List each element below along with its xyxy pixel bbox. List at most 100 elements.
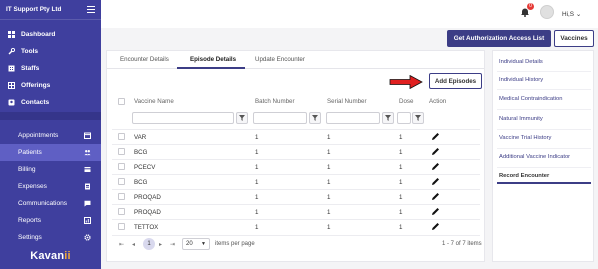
page-size-select[interactable]: 20 ▼ xyxy=(182,238,210,250)
menu-item-individual-history[interactable]: Individual History xyxy=(499,77,543,83)
top-bar: 0 Hi,S ⌄ xyxy=(101,0,598,28)
serial-number-filter-button[interactable] xyxy=(382,112,394,124)
first-page-icon[interactable]: ⇤ xyxy=(119,241,124,248)
card-icon xyxy=(84,166,91,173)
menu-item-record-encounter[interactable]: Record Encounter xyxy=(499,173,549,179)
row-checkbox[interactable] xyxy=(118,193,125,200)
next-page-icon[interactable]: ▸ xyxy=(159,241,162,248)
column-header-dose[interactable]: Dose xyxy=(399,98,413,105)
edit-pencil-icon[interactable] xyxy=(431,177,440,186)
vaccine-name-cell: TETTOX xyxy=(134,224,159,231)
last-page-icon[interactable]: ⇥ xyxy=(170,241,175,248)
vaccines-button[interactable]: Vaccines xyxy=(554,30,594,47)
edit-pencil-icon[interactable] xyxy=(431,162,440,171)
edit-pencil-icon[interactable] xyxy=(431,132,440,141)
sidebar-item-billing[interactable]: Billing xyxy=(0,161,101,178)
column-header-serial-number[interactable]: Serial Number xyxy=(327,98,367,105)
tab-update-encounter[interactable]: Update Encounter xyxy=(255,56,305,63)
column-header-batch-number[interactable]: Batch Number xyxy=(255,98,295,105)
row-checkbox[interactable] xyxy=(118,208,125,215)
serial-number-cell: 1 xyxy=(327,194,331,201)
page-size-value: 20 xyxy=(186,241,193,247)
batch-number-cell: 1 xyxy=(255,164,259,171)
vaccine-name-filter-input[interactable] xyxy=(132,112,234,124)
row-checkbox[interactable] xyxy=(118,133,125,140)
menu-divider xyxy=(497,71,591,72)
page-size-label: items per page xyxy=(215,241,255,247)
menu-item-additional-vaccine-indicator[interactable]: Additional Vaccine Indicator xyxy=(499,154,570,160)
menu-item-medical-contraindication[interactable]: Medical Contraindication xyxy=(499,96,562,102)
avatar[interactable] xyxy=(540,5,554,19)
tab-encounter-details[interactable]: Encounter Details xyxy=(120,56,169,63)
get-authorization-access-list-button[interactable]: Get Authorization Access List xyxy=(447,30,551,47)
encounter-side-menu: Individual Details Individual History Me… xyxy=(492,50,594,262)
dose-cell: 1 xyxy=(399,209,403,216)
sidebar-item-staffs[interactable]: Staffs xyxy=(0,60,101,77)
grid-header: Vaccine Name Batch Number Serial Number … xyxy=(112,95,480,109)
sidebar-item-appointments[interactable]: Appointments xyxy=(0,127,101,144)
sidebar-item-contacts[interactable]: Contacts xyxy=(0,94,101,111)
row-checkbox[interactable] xyxy=(118,223,125,230)
batch-number-filter-button[interactable] xyxy=(309,112,321,124)
menu-item-vaccine-trial-history[interactable]: Vaccine Trial History xyxy=(499,135,551,141)
table-row[interactable]: VAR 1 1 1 xyxy=(112,129,480,144)
contacts-icon xyxy=(8,99,15,106)
menu-item-individual-details[interactable]: Individual Details xyxy=(499,59,543,65)
sidebar-item-settings[interactable]: Settings xyxy=(0,229,101,246)
grid-icon xyxy=(8,82,15,89)
row-checkbox[interactable] xyxy=(118,178,125,185)
table-row[interactable]: BCG 1 1 1 xyxy=(112,174,480,189)
sidebar-item-expenses[interactable]: Expenses xyxy=(0,178,101,195)
table-row[interactable]: PROQAD 1 1 1 xyxy=(112,204,480,219)
sidebar-top-nav: Dashboard Tools Staffs Offerings Contact… xyxy=(0,20,101,111)
column-header-vaccine-name[interactable]: Vaccine Name xyxy=(134,98,174,105)
active-tab-indicator xyxy=(177,67,245,69)
batch-number-filter-input[interactable] xyxy=(253,112,307,124)
edit-pencil-icon[interactable] xyxy=(431,192,440,201)
prev-page-icon[interactable]: ◂ xyxy=(132,241,135,248)
edit-pencil-icon[interactable] xyxy=(431,207,440,216)
edit-pencil-icon[interactable] xyxy=(431,147,440,156)
sidebar-item-patients[interactable]: Patients xyxy=(0,144,101,161)
vaccine-name-filter-button[interactable] xyxy=(236,112,248,124)
table-row[interactable]: PROQAD 1 1 1 xyxy=(112,189,480,204)
menu-toggle-icon[interactable] xyxy=(87,6,95,13)
dose-filter-input[interactable] xyxy=(397,112,411,124)
sidebar-item-label: Dashboard xyxy=(21,31,56,38)
dose-filter-button[interactable] xyxy=(412,112,424,124)
table-row[interactable]: TETTOX 1 1 1 xyxy=(112,219,480,234)
row-checkbox[interactable] xyxy=(118,163,125,170)
sidebar-item-label: Tools xyxy=(21,48,39,55)
sidebar-item-dashboard[interactable]: Dashboard xyxy=(0,26,101,43)
table-row[interactable]: PCECV 1 1 1 xyxy=(112,159,480,174)
edit-pencil-icon[interactable] xyxy=(431,222,440,231)
serial-number-filter-input[interactable] xyxy=(326,112,380,124)
sidebar-item-label: Settings xyxy=(18,234,42,241)
dose-cell: 1 xyxy=(399,164,403,171)
tab-episode-details[interactable]: Episode Details xyxy=(190,56,236,63)
sidebar-bottom-nav: Appointments Patients Billing Expenses C… xyxy=(0,127,101,246)
sidebar-item-tools[interactable]: Tools xyxy=(0,43,101,60)
table-row[interactable]: BCG 1 1 1 xyxy=(112,144,480,159)
sidebar-item-communications[interactable]: Communications xyxy=(0,195,101,212)
sidebar-item-reports[interactable]: Reports xyxy=(0,212,101,229)
select-all-checkbox[interactable] xyxy=(118,98,125,105)
menu-divider xyxy=(497,148,591,149)
column-header-action: Action xyxy=(429,98,447,105)
sidebar-item-label: Expenses xyxy=(18,183,47,190)
notification-badge: 0 xyxy=(527,3,534,10)
sidebar-item-label: Reports xyxy=(18,217,42,224)
sidebar-item-label: Offerings xyxy=(21,82,51,89)
vaccine-name-cell: BCG xyxy=(134,179,148,186)
sidebar-item-offerings[interactable]: Offerings xyxy=(0,77,101,94)
page-number-current[interactable]: 1 xyxy=(143,238,155,250)
chat-icon xyxy=(84,200,91,207)
add-episodes-button[interactable]: Add Episodes xyxy=(429,73,482,89)
episode-panel: Encounter Details Episode Details Update… xyxy=(106,50,485,262)
row-checkbox[interactable] xyxy=(118,148,125,155)
menu-item-natural-immunity[interactable]: Natural Immunity xyxy=(499,116,543,122)
pager: ⇤ ◂ 1 ▸ ⇥ 20 ▼ items per page 1 - 7 of 7 … xyxy=(112,235,482,251)
user-menu[interactable]: Hi,S ⌄ xyxy=(562,10,581,18)
tab-bar: Encounter Details Episode Details Update… xyxy=(107,51,484,69)
wrench-icon xyxy=(8,48,15,55)
